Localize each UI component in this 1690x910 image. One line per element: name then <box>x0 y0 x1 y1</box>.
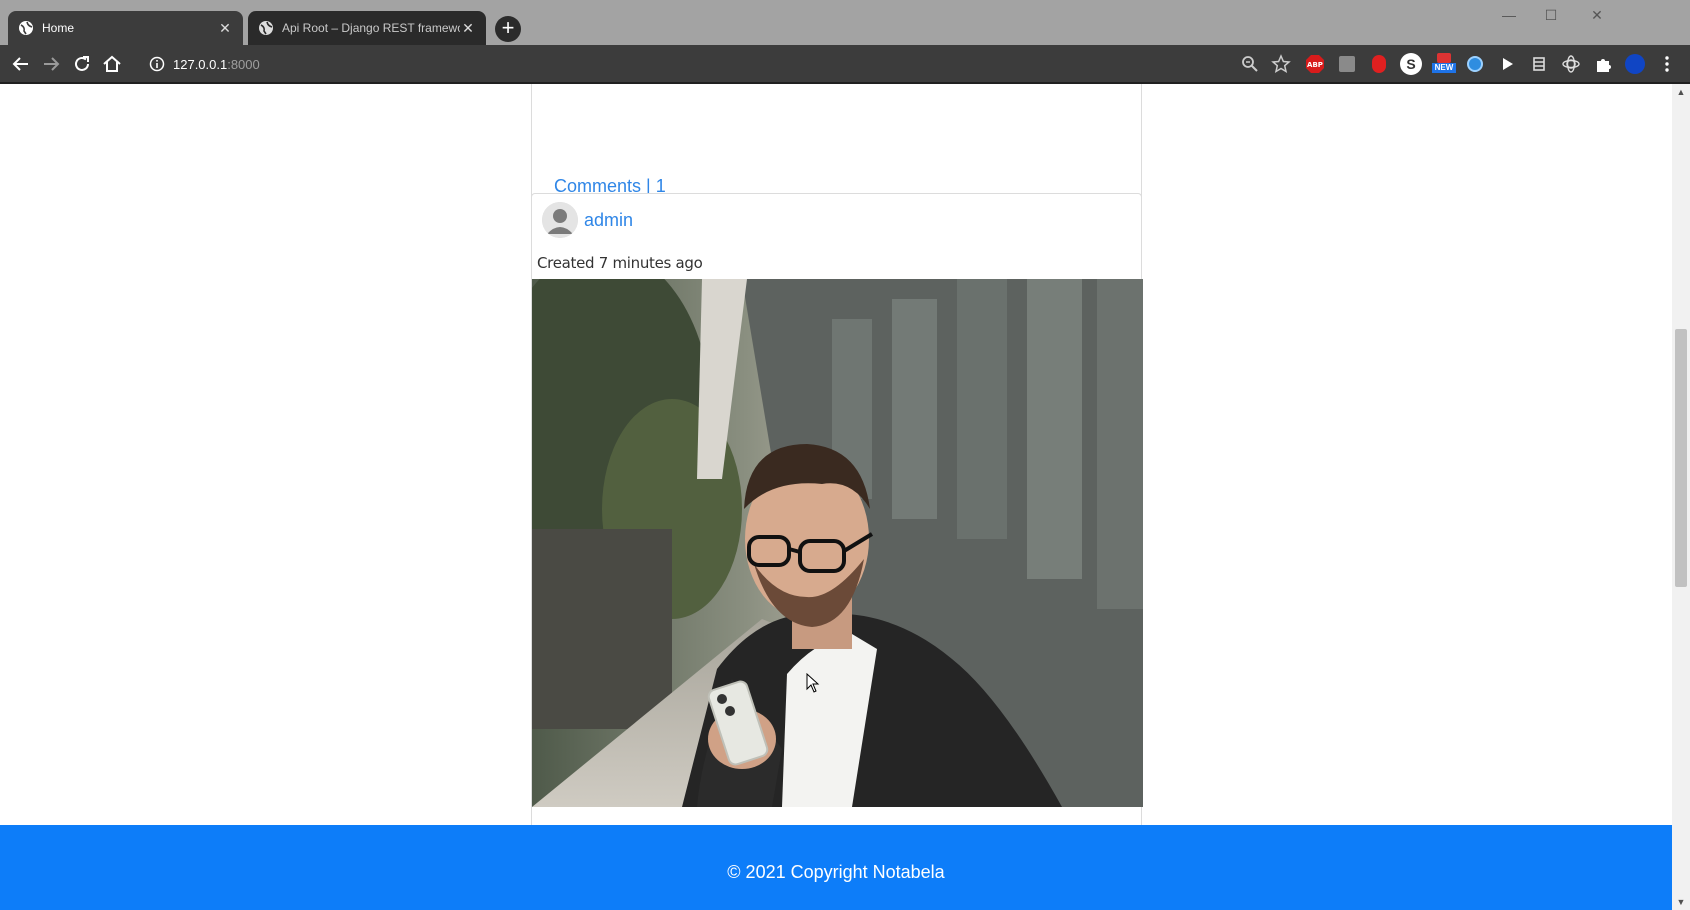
tab-strip: Home ✕ Api Root – Django REST framewo ✕ … <box>0 0 1690 45</box>
tab-api-root[interactable]: Api Root – Django REST framewo ✕ <box>248 11 486 45</box>
hand-icon[interactable] <box>1368 53 1390 75</box>
scrollbar-thumb[interactable] <box>1675 329 1687 587</box>
post-card: admin Created 7 minutes ago <box>531 193 1143 910</box>
back-arrow-icon[interactable] <box>10 53 32 75</box>
abp-icon[interactable]: ABP <box>1304 53 1326 75</box>
cloud-icon[interactable] <box>1464 53 1486 75</box>
author-link[interactable]: admin <box>584 210 633 231</box>
gear-icon[interactable] <box>1560 53 1582 75</box>
avatar[interactable] <box>542 202 578 238</box>
globe-icon <box>19 21 33 35</box>
tab-title: Home <box>42 21 75 35</box>
scroll-up-arrow-icon[interactable]: ▲ <box>1672 84 1690 100</box>
minimize-icon[interactable]: — <box>1500 6 1518 24</box>
created-time: Created 7 minutes ago <box>537 254 703 272</box>
page-viewport: Comments | 1 admin Created 7 minutes ago <box>0 84 1672 910</box>
tab-title: Api Root – Django REST framewo <box>282 21 460 35</box>
new-badge-icon[interactable]: NEW <box>1432 53 1456 75</box>
mouse-cursor-icon <box>806 673 820 693</box>
puzzle-icon[interactable] <box>1592 53 1614 75</box>
scroll-down-arrow-icon[interactable]: ▼ <box>1672 894 1690 910</box>
tab-home[interactable]: Home ✕ <box>8 11 243 45</box>
url-port: :8000 <box>227 56 260 72</box>
user-silhouette-icon <box>542 202 578 238</box>
profile-icon[interactable] <box>1624 53 1646 75</box>
play-icon[interactable] <box>1496 53 1518 75</box>
close-tab-icon[interactable]: ✕ <box>217 20 233 37</box>
man-with-phone-photo <box>532 279 1143 807</box>
s-extension-icon[interactable]: S <box>1400 53 1422 75</box>
new-tab-button[interactable]: + <box>495 16 521 42</box>
info-icon[interactable] <box>149 56 165 72</box>
post-header: admin <box>542 202 633 238</box>
page-scrollbar[interactable]: ▲ ▼ <box>1672 84 1690 910</box>
bookmark-icon[interactable] <box>1528 53 1550 75</box>
home-icon[interactable] <box>101 53 123 75</box>
url-host: 127.0.0.1 <box>173 56 228 72</box>
address-bar[interactable]: 127.0.0.1:8000 <box>141 50 1271 78</box>
maximize-icon[interactable]: ☐ <box>1542 6 1560 24</box>
menu-icon[interactable] <box>1656 53 1678 75</box>
forward-arrow-icon[interactable] <box>40 53 62 75</box>
reload-icon[interactable] <box>71 53 93 75</box>
copyright-text: © 2021 Copyright Notabela <box>727 862 945 882</box>
abp-label: ABP <box>1307 61 1323 69</box>
post-image[interactable] <box>532 279 1143 807</box>
globe-icon <box>259 21 273 35</box>
close-window-icon[interactable]: ✕ <box>1588 6 1606 24</box>
k-extension-icon[interactable] <box>1336 53 1358 75</box>
page-footer: © 2021 Copyright Notabela <box>0 825 1672 910</box>
star-icon[interactable] <box>1270 53 1292 75</box>
close-tab-icon[interactable]: ✕ <box>460 20 476 37</box>
zoom-icon[interactable] <box>1239 53 1261 75</box>
browser-toolbar: 127.0.0.1:8000 ABP S NEW <box>0 45 1690 82</box>
